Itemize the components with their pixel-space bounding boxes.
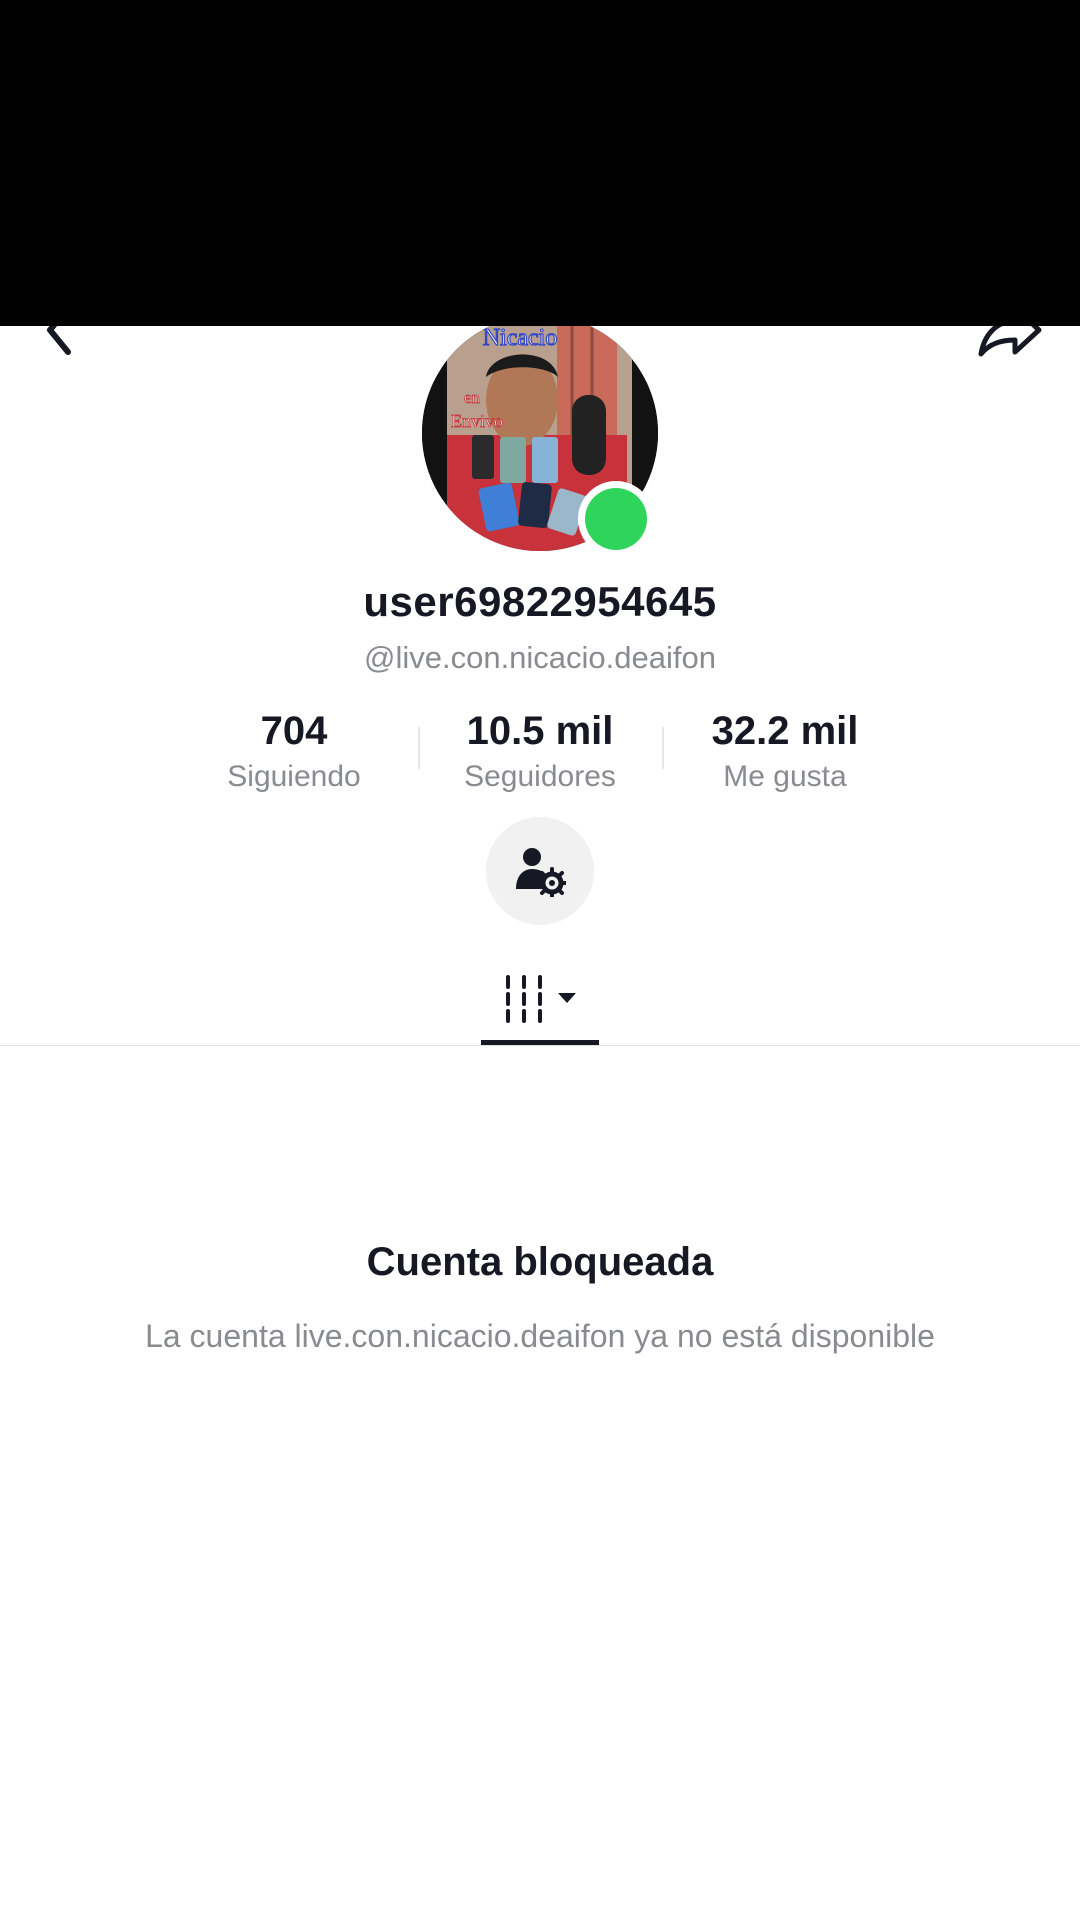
stat-following-label: Siguiendo <box>227 760 361 793</box>
person-gear-icon <box>516 848 566 897</box>
stat-followers-label: Seguidores <box>464 760 616 793</box>
caret-down-icon <box>558 993 576 1003</box>
profile-screen: Nicacio en Envivo user69822954645 @live.… <box>0 0 1080 1920</box>
friend-settings-button[interactable] <box>486 817 594 925</box>
tab-videos[interactable] <box>481 965 599 1045</box>
stat-likes-value: 32.2 mil <box>711 709 859 753</box>
video-grid-icon <box>506 975 576 1023</box>
blocked-message: La cuenta live.con.nicacio.deaifon ya no… <box>145 1318 935 1354</box>
status-bar-area <box>0 0 1080 326</box>
live-status-dot <box>585 488 647 550</box>
stat-following-value: 704 <box>260 709 328 753</box>
stat-divider <box>418 727 420 769</box>
avatar-overlay-line1: en <box>464 388 481 407</box>
stat-followers[interactable]: 10.5 mil Seguidores <box>430 705 650 797</box>
profile-stats: 704 Siguiendo 10.5 mil Seguidores 32.2 m… <box>0 705 1080 805</box>
stat-divider <box>662 727 664 769</box>
stat-following[interactable]: 704 Siguiendo <box>184 705 404 797</box>
username-handle: @live.con.nicacio.deaifon <box>363 640 716 675</box>
blocked-title: Cuenta bloqueada <box>366 1240 714 1284</box>
tabs-divider <box>0 1045 1080 1046</box>
avatar-overlay-title: Nicacio <box>483 325 558 351</box>
stat-likes[interactable]: 32.2 mil Me gusta <box>675 705 895 797</box>
stat-likes-label: Me gusta <box>723 760 847 793</box>
avatar-overlay-line2: Envivo <box>451 411 503 431</box>
display-name: user69822954645 <box>363 578 717 625</box>
stat-followers-value: 10.5 mil <box>466 709 614 753</box>
